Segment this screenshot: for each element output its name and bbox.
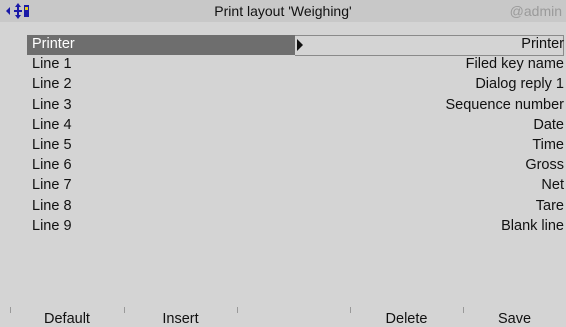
row-value: Net [541,177,564,194]
list-item[interactable]: Line 2 Dialog reply 1 [0,75,566,95]
row-value: Date [533,116,564,133]
list-item[interactable]: Line 9 Blank line [0,217,566,237]
list-item[interactable]: Line 1 Filed key name [0,55,566,75]
delete-button[interactable]: Delete [350,311,463,327]
softkey-3-button[interactable] [237,311,350,327]
row-value: Time [532,136,564,153]
row-label: Line 6 [32,157,72,174]
row-label: Line 5 [32,136,72,153]
page-title: Print layout 'Weighing' [214,3,352,19]
list-item[interactable]: Line 5 Time [0,136,566,156]
print-layout-list: Printer Printer Line 1 Filed key name Li… [0,35,566,237]
title-bar: Print layout 'Weighing' @admin [0,0,566,22]
list-item[interactable]: Line 7 Net [0,176,566,196]
row-value: Sequence number [445,96,565,113]
row-value: Tare [535,197,564,214]
list-item[interactable]: Line 3 Sequence number [0,96,566,116]
list-item[interactable]: Line 8 Tare [0,197,566,217]
row-label: Line 3 [32,96,72,113]
save-button[interactable]: Save [463,311,566,327]
list-item[interactable]: Printer Printer [0,35,566,56]
row-label: Line 1 [32,56,72,73]
row-label: Line 2 [32,76,72,93]
user-label: @admin [509,3,562,19]
row-label: Line 9 [32,217,72,234]
row-label: Printer [32,36,75,52]
insert-button[interactable]: Insert [124,311,237,327]
list-item[interactable]: Line 4 Date [0,116,566,136]
row-label: Line 4 [32,116,72,133]
softkey-bar: Default Insert Delete Save [0,307,566,327]
list-item[interactable]: Line 6 Gross [0,156,566,176]
row-value: Blank line [501,217,564,234]
default-button[interactable]: Default [10,311,124,327]
row-value: Dialog reply 1 [475,76,564,93]
pointer-icon [297,39,303,51]
row-value: Filed key name [465,56,564,73]
row-value: Gross [525,157,564,174]
row-label: Line 7 [32,177,72,194]
row-value[interactable]: Printer [521,36,564,52]
row-label: Line 8 [32,197,72,214]
